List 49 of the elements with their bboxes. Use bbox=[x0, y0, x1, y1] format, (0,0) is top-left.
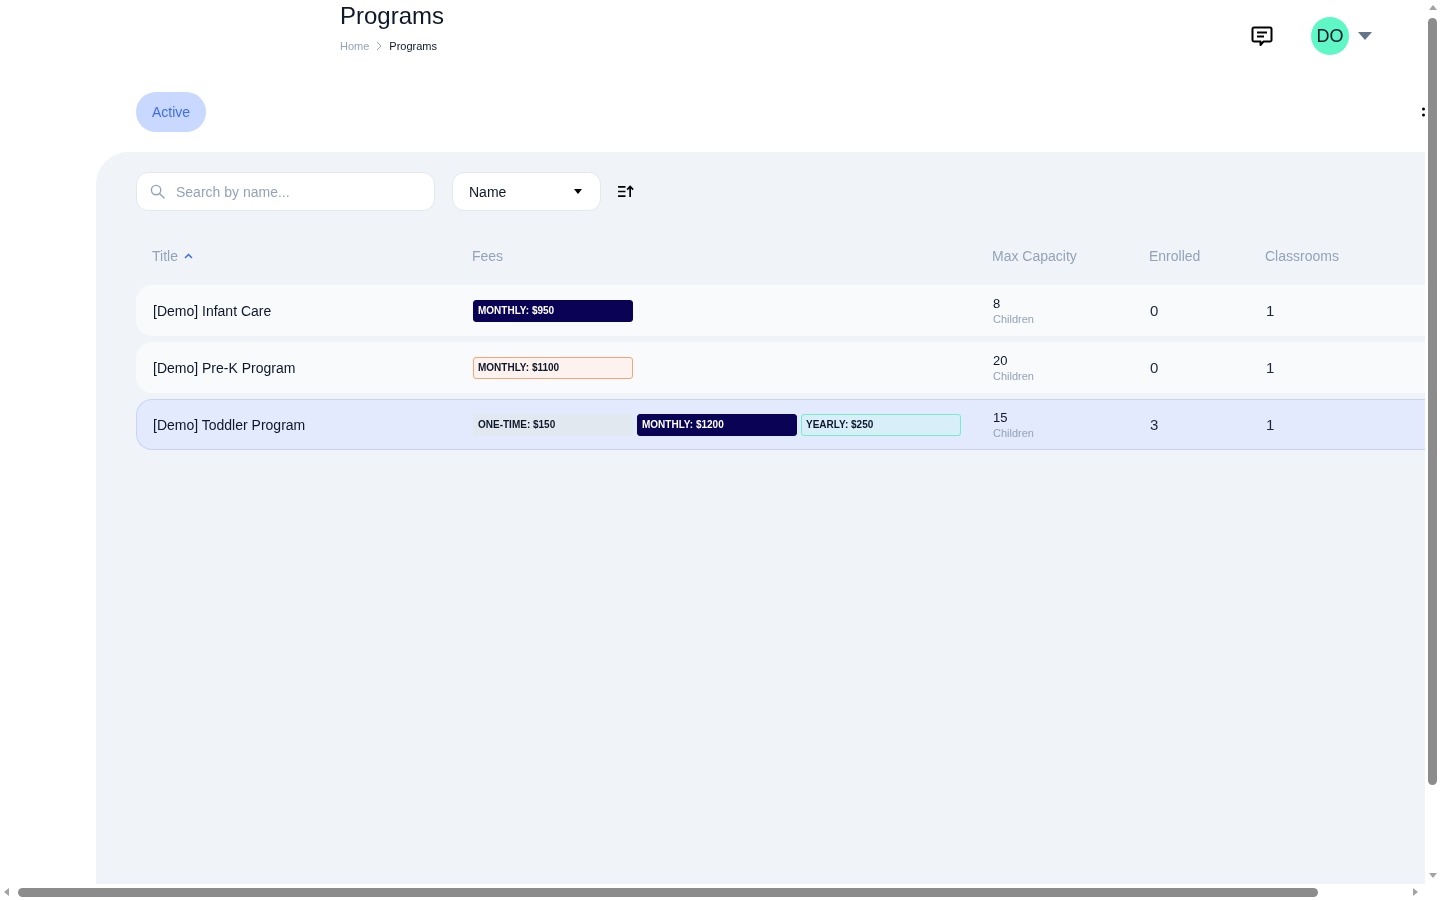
column-header[interactable]: Classrooms bbox=[1265, 248, 1339, 264]
scroll-left-icon[interactable] bbox=[4, 888, 9, 896]
table-row[interactable]: [Demo] Infant Care MONTHLY: $950 8 Children 0 1 bbox=[136, 285, 1425, 336]
fee-tag: MONTHLY: $1100 bbox=[473, 356, 633, 379]
enrolled-count: 0 bbox=[1150, 359, 1159, 376]
scroll-down-icon[interactable] bbox=[1429, 873, 1437, 878]
breadcrumb-item: Programs bbox=[389, 40, 438, 52]
scroll-up-icon[interactable] bbox=[1429, 5, 1437, 10]
chevron-right-icon bbox=[376, 41, 383, 51]
table-row[interactable]: [Demo] Pre-K Program MONTHLY: $1100 20 Children 0 1 bbox=[136, 342, 1425, 393]
caret-down-icon bbox=[574, 189, 582, 194]
capacity-unit: Children bbox=[993, 369, 1034, 383]
column-header[interactable]: Fees bbox=[472, 248, 504, 264]
classroom-count: 1 bbox=[1266, 302, 1275, 319]
program-title: [Demo] Pre-K Program bbox=[153, 359, 296, 376]
column-header[interactable]: Max Capacity bbox=[992, 248, 1077, 264]
fee-tag: YEARLY: $250 bbox=[801, 413, 961, 436]
capacity-value: 20 bbox=[993, 352, 1008, 368]
user-avatar[interactable]: DO bbox=[1311, 17, 1349, 55]
fee-tag: ONE-TIME: $150 bbox=[473, 413, 633, 436]
scrollbar-thumb[interactable] bbox=[18, 888, 1318, 897]
column-header[interactable]: Enrolled bbox=[1149, 248, 1201, 264]
capacity-value: 15 bbox=[993, 409, 1008, 425]
column-header[interactable]: Title bbox=[152, 248, 193, 264]
enrolled-count: 0 bbox=[1150, 302, 1159, 319]
enrolled-count: 3 bbox=[1150, 416, 1159, 433]
classroom-count: 1 bbox=[1266, 416, 1275, 433]
breadcrumb-item[interactable]: Home bbox=[340, 40, 370, 52]
caret-down-icon[interactable] bbox=[1358, 32, 1372, 40]
dots-icon[interactable] bbox=[1422, 106, 1425, 118]
chat-icon[interactable] bbox=[1251, 25, 1273, 47]
capacity-unit: Children bbox=[993, 426, 1034, 440]
sort-ascending-icon bbox=[617, 185, 634, 198]
classroom-count: 1 bbox=[1266, 359, 1275, 376]
tab[interactable]: Active bbox=[136, 92, 207, 132]
program-title: [Demo] Toddler Program bbox=[153, 416, 306, 433]
fee-tag: MONTHLY: $950 bbox=[473, 299, 633, 322]
fee-tag: MONTHLY: $1200 bbox=[637, 413, 797, 436]
scroll-right-icon[interactable] bbox=[1413, 888, 1418, 896]
sort-direction-button[interactable] bbox=[617, 185, 634, 198]
search-icon bbox=[150, 184, 165, 199]
scrollbar-thumb[interactable] bbox=[1428, 18, 1437, 785]
capacity-unit: Children bbox=[993, 312, 1034, 326]
program-title: [Demo] Infant Care bbox=[153, 302, 272, 319]
sort-field-select[interactable]: Name bbox=[452, 172, 601, 211]
search-field[interactable]: Search by name... bbox=[136, 172, 435, 211]
table-row[interactable]: [Demo] Toddler Program ONE-TIME: $150 MONTHLY: $1200 YEARLY: $250 15 Children 3 1 bbox=[136, 399, 1425, 450]
capacity-value: 8 bbox=[993, 295, 1001, 311]
page-title: Programs bbox=[340, 1, 445, 31]
